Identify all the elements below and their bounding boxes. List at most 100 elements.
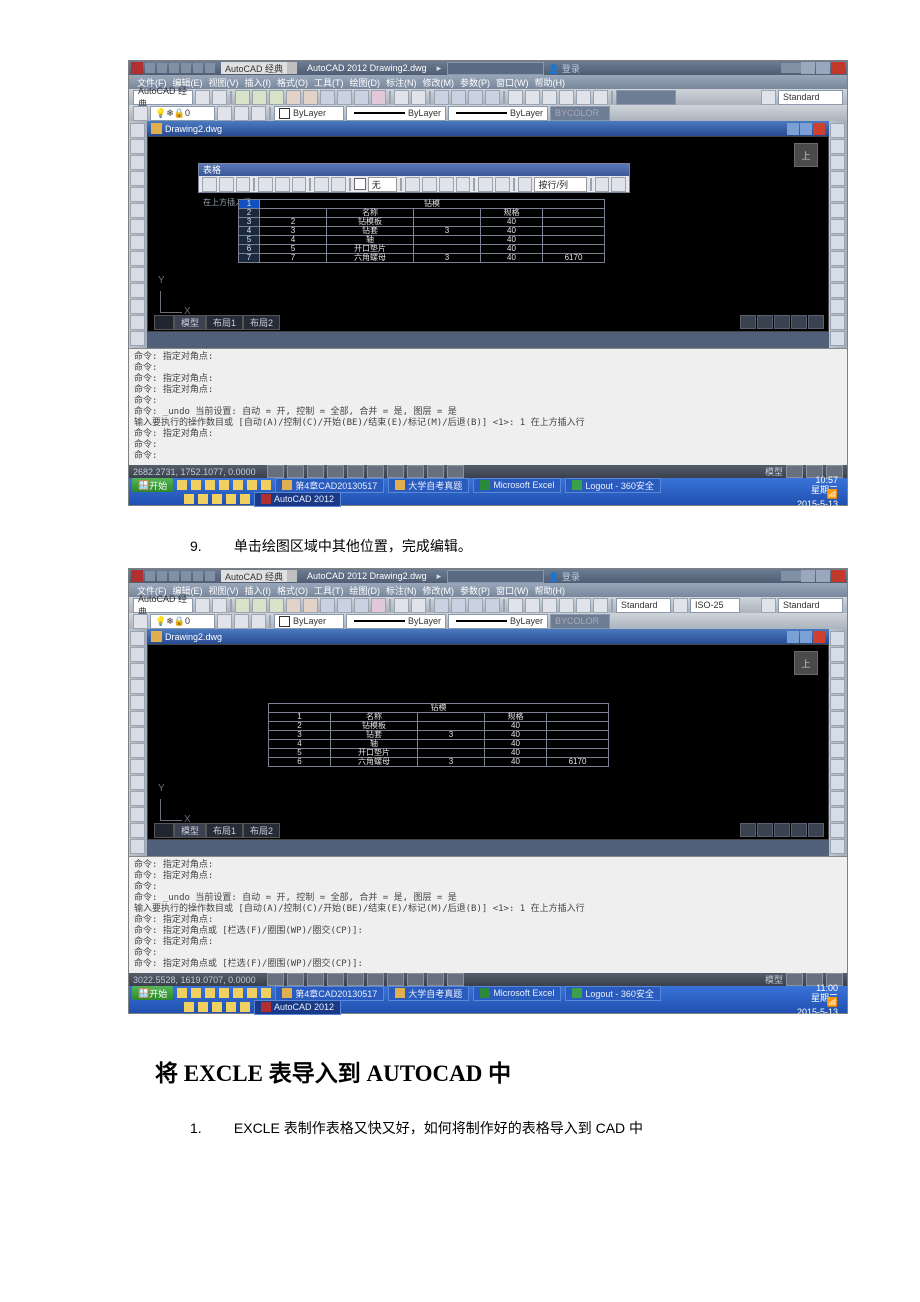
- plotstyle-dropdown[interactable]: BYCOLOR: [550, 614, 610, 629]
- open-icon[interactable]: [252, 90, 267, 105]
- tab-nav-left-icon[interactable]: [154, 315, 174, 330]
- lineweight-dropdown[interactable]: ByLayer: [448, 614, 548, 629]
- dim-style-dropdown[interactable]: ISO-25: [690, 598, 740, 613]
- start-button[interactable]: 🪟 开始: [132, 986, 173, 1000]
- erase-icon[interactable]: [830, 123, 845, 138]
- cell-fill-swatch[interactable]: [354, 178, 366, 190]
- minimize-button[interactable]: [801, 62, 815, 74]
- ql-icon[interactable]: [191, 988, 201, 998]
- array-icon[interactable]: [830, 187, 845, 202]
- tb-icon[interactable]: [593, 598, 608, 613]
- rowcol-dropdown[interactable]: 按行/列: [534, 177, 586, 192]
- taskbar-item[interactable]: 第4章CAD20130517: [275, 986, 384, 1001]
- tb-icon[interactable]: [673, 598, 688, 613]
- viewcube[interactable]: 上: [794, 143, 818, 167]
- layer-state-icon[interactable]: [234, 106, 249, 121]
- taskbar-item[interactable]: 大学自考真题: [388, 478, 469, 493]
- side-icon[interactable]: [830, 631, 845, 646]
- side-icon[interactable]: [130, 743, 145, 758]
- table-icon[interactable]: [130, 299, 145, 314]
- menu-item[interactable]: 视图(V): [207, 584, 241, 597]
- undo-icon[interactable]: [394, 90, 409, 105]
- qat-new-icon[interactable]: [145, 63, 155, 73]
- trim-icon[interactable]: [830, 267, 845, 282]
- menu-item[interactable]: 标注(N): [384, 584, 419, 597]
- tab-nav-icon[interactable]: [154, 823, 174, 838]
- exchange-icon[interactable]: [781, 63, 791, 73]
- style-icon[interactable]: [761, 90, 776, 105]
- tb-icon[interactable]: [195, 598, 210, 613]
- layer-icon[interactable]: [133, 614, 148, 629]
- nav-zoom-icon[interactable]: [757, 315, 773, 329]
- tb-icon[interactable]: [354, 598, 369, 613]
- delete-row-icon[interactable]: [236, 177, 251, 192]
- toolpalette-icon[interactable]: [542, 90, 557, 105]
- tb-icon[interactable]: [576, 598, 591, 613]
- text-style-dropdown[interactable]: Standard: [778, 90, 843, 105]
- merge-cells-icon[interactable]: [314, 177, 329, 192]
- ql-icon[interactable]: [233, 480, 243, 490]
- system-date[interactable]: 📶2015-5-13: [791, 997, 844, 1017]
- side-icon[interactable]: [830, 711, 845, 726]
- status-icon[interactable]: [786, 465, 803, 478]
- tb-icon[interactable]: [451, 598, 466, 613]
- tray-icon[interactable]: [198, 1002, 208, 1012]
- doc-close-button[interactable]: [813, 631, 825, 643]
- move-icon[interactable]: [830, 203, 845, 218]
- tray-icon[interactable]: [226, 494, 236, 504]
- status-toggle[interactable]: [347, 973, 364, 986]
- polar-toggle[interactable]: [327, 465, 344, 478]
- tb-icon[interactable]: [286, 598, 301, 613]
- snap-toggle[interactable]: [267, 465, 284, 478]
- signin-label[interactable]: 👤 登录: [548, 570, 580, 583]
- nav-icon[interactable]: [791, 823, 807, 837]
- qat-icon[interactable]: [169, 571, 179, 581]
- side-icon[interactable]: [130, 695, 145, 710]
- hatch-icon[interactable]: [130, 251, 145, 266]
- ql-icon[interactable]: [191, 480, 201, 490]
- zoom-window-icon[interactable]: [468, 90, 483, 105]
- polygon-icon[interactable]: [130, 155, 145, 170]
- nav-icon[interactable]: [808, 823, 824, 837]
- qat-icon[interactable]: [145, 571, 155, 581]
- menu-dimension[interactable]: 标注(N): [384, 76, 419, 89]
- ql-icon[interactable]: [219, 480, 229, 490]
- align-icon[interactable]: [422, 177, 437, 192]
- table-cell[interactable]: 6: [269, 758, 331, 767]
- region-icon[interactable]: [130, 283, 145, 298]
- tab-model[interactable]: 模型: [174, 823, 206, 838]
- menu-help[interactable]: 帮助(H): [533, 76, 568, 89]
- tb-icon[interactable]: [212, 90, 227, 105]
- cad-table[interactable]: 钻模 1名称规格 2钻模板40 3钻套340 4轴40 5开口垫片40 6六角螺…: [268, 703, 609, 767]
- ql-icon[interactable]: [205, 988, 215, 998]
- quick-access-toolbar[interactable]: [145, 63, 215, 73]
- mirror-icon[interactable]: [830, 155, 845, 170]
- status-toggle[interactable]: [367, 973, 384, 986]
- menu-view[interactable]: 视图(V): [207, 76, 241, 89]
- annotation-dropdown[interactable]: [616, 90, 676, 105]
- workspace-label[interactable]: AutoCAD 经典: [133, 90, 193, 105]
- menu-item[interactable]: 参数(P): [458, 584, 492, 597]
- tray-icon[interactable]: [212, 494, 222, 504]
- side-icon[interactable]: [130, 823, 145, 838]
- table-title-cell[interactable]: 钻模: [260, 200, 605, 209]
- mtext-icon[interactable]: [130, 315, 145, 330]
- tb-icon[interactable]: [234, 614, 249, 629]
- tb-icon[interactable]: [508, 598, 523, 613]
- menu-item[interactable]: 修改(M): [421, 584, 457, 597]
- scale-icon[interactable]: [830, 235, 845, 250]
- match-cell-icon[interactable]: [518, 177, 533, 192]
- tb-icon[interactable]: [269, 598, 284, 613]
- taskbar-item[interactable]: 第4章CAD20130517: [275, 478, 384, 493]
- ql-icon[interactable]: [261, 480, 271, 490]
- insert-col-left-icon[interactable]: [258, 177, 273, 192]
- side-icon[interactable]: [130, 727, 145, 742]
- ql-icon[interactable]: [233, 988, 243, 998]
- ql-icon[interactable]: [177, 480, 187, 490]
- drawing-canvas[interactable]: 上 表格: [147, 136, 829, 332]
- table-cell[interactable]: 6170: [543, 254, 605, 263]
- table-cell[interactable]: 3: [414, 227, 481, 236]
- tray-icon[interactable]: [184, 494, 194, 504]
- insert-row-below-icon[interactable]: [219, 177, 234, 192]
- workspace-dropdown[interactable]: AutoCAD 经典: [221, 62, 287, 74]
